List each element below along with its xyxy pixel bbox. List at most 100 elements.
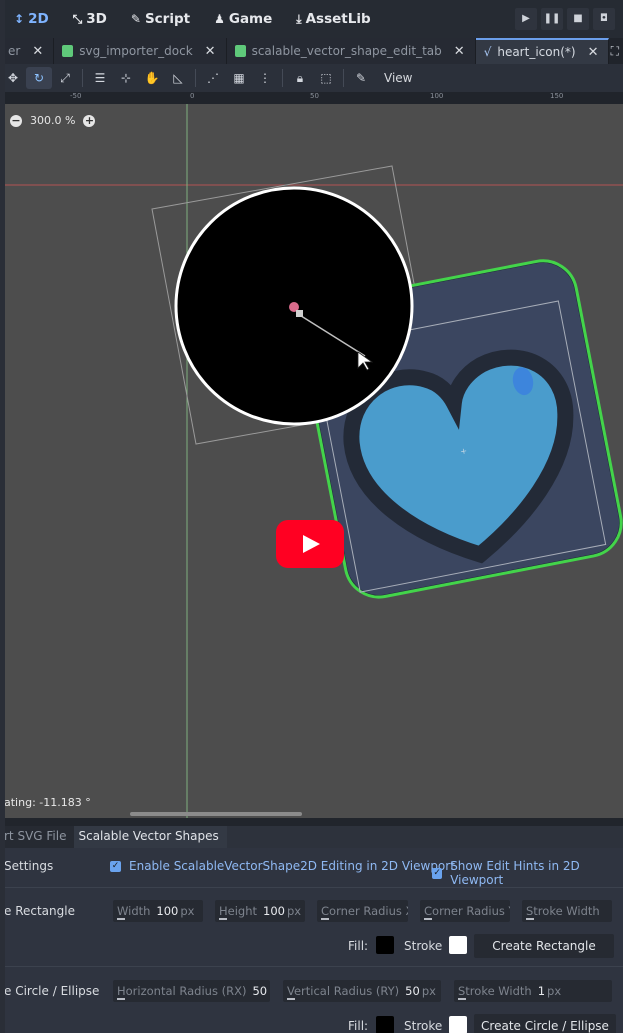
workspace-script-label: Script [144,11,191,27]
view-menu[interactable]: View [374,71,422,85]
workspace-3d-button[interactable]: ⤡ 3D [73,11,107,27]
tab-heart-icon[interactable]: √ heart_icon(*) ✕ [475,38,610,64]
rect-corner-radius-y-field[interactable]: Corner Radius Y [420,900,510,922]
workspace-2d-label: 2D [28,11,49,27]
tab-importer[interactable]: er ✕ [0,38,55,64]
rectangle-section-label: e Rectangle [4,904,75,918]
show-hints-checkbox[interactable]: ✓ Show Edit Hints in 2D Viewport [432,859,623,887]
rect-stroke-width-field[interactable]: Stroke Width [522,900,612,922]
field-slider [219,918,227,920]
field-slider [321,918,329,920]
workspace-3d-label: 3D [86,11,107,27]
tab-scalable-vector-shapes[interactable]: Scalable Vector Shapes [74,826,227,848]
remote-debug-icon[interactable]: ◘ [593,8,615,30]
field-slider [458,998,466,1000]
rect-width-field[interactable]: Width 100 px [113,900,203,922]
scene-file-icon [62,45,74,57]
toolbar-divider [282,69,283,87]
show-hints-label: Show Edit Hints in 2D Viewport [450,859,580,887]
assetlib-icon: ⤓ [296,11,302,26]
list-select-icon[interactable]: ☰ [87,67,113,89]
zoom-in-icon[interactable]: + [83,114,96,127]
rect-height-field[interactable]: Height 100 px [215,900,305,922]
dock-tabs: rt SVG File Scalable Vector Shapes [0,826,227,848]
ellipse-stroke-label: Stroke [404,1019,443,1033]
pan-tool-icon[interactable]: ✋ [139,67,165,89]
rect-fill-color-picker[interactable] [376,936,394,954]
field-slider [117,998,125,1000]
enable-editing-checkbox[interactable]: ✓ Enable ScalableVectorShape2D Editing i… [110,859,455,873]
2d-viewport[interactable]: + − 300.0 % + ating: -11.183 ° [0,104,623,818]
horizontal-scrollbar[interactable] [130,812,302,816]
toolbar-divider [195,69,196,87]
dock-divider [0,818,623,826]
field-label: Width [117,904,151,918]
workspace-script-button[interactable]: ✎ Script [131,11,190,27]
canvas-toolbar: ✥ ↻ ⤢ ☰ ⊹ ✋ ◺ ⋰ ▦ ⋮ 🔒︎ ⬚ ✎ View [0,64,623,92]
close-icon[interactable]: ✕ [32,44,43,59]
grid-snap-icon[interactable]: ▦ [226,67,252,89]
field-slider [117,918,125,920]
stop-icon[interactable]: ■ [567,8,589,30]
close-icon[interactable]: ✕ [588,45,599,60]
workspace-assetlib-label: AssetLib [305,11,371,27]
create-rectangle-button[interactable]: Create Rectangle [474,934,614,958]
tab-scalable-vector-shape-edit-tab[interactable]: scalable_vector_shape_edit_tab ✕ [226,38,476,64]
ellipse-stroke-color-picker[interactable] [449,1016,467,1033]
enable-editing-label: Enable ScalableVectorShape2D Editing in … [129,859,455,873]
workspace-game-button[interactable]: ♟ Game [214,11,272,27]
field-unit: px [547,984,562,998]
distraction-free-icon[interactable]: ⛶ [611,44,619,59]
scalable-vector-shapes-panel: Settings ✓ Enable ScalableVectorShape2D … [0,848,623,1033]
2d-icon: ↕ [14,12,25,26]
smart-snap-icon[interactable]: ⋰ [200,67,226,89]
move-tool-icon[interactable]: ✥ [0,67,26,89]
snap-options-icon[interactable]: ⋮ [252,67,278,89]
ruler-tool-icon[interactable]: ◺ [165,67,191,89]
bottom-dock: rt SVG File Scalable Vector Shapes Setti… [0,818,623,1033]
ellipse-fill-color-picker[interactable] [376,1016,394,1033]
pivot-tool-icon[interactable]: ⊹ [113,67,139,89]
tab-label: scalable_vector_shape_edit_tab [251,44,442,58]
zoom-level[interactable]: 300.0 % [30,114,75,127]
field-unit: px [286,904,302,918]
rotation-readout: ating: -11.183 ° [4,796,91,809]
create-ellipse-button[interactable]: Create Circle / Ellipse [474,1014,616,1033]
close-icon[interactable]: ✕ [205,44,216,59]
workspace-assetlib-button[interactable]: ⤓ AssetLib [296,11,370,27]
scale-tool-icon[interactable]: ⤢ [52,67,78,89]
run-controls: ▶ ❚❚ ■ ◘ [515,8,615,30]
toolbar-divider [82,69,83,87]
rect-stroke-color-picker[interactable] [449,936,467,954]
group-icon[interactable]: ⬚ [313,67,339,89]
pause-icon[interactable]: ❚❚ [541,8,563,30]
ellipse-ry-field[interactable]: Vertical Radius (RY) 50 px [283,980,441,1002]
field-label: Stroke Width [526,904,600,918]
tab-svg-importer-dock[interactable]: svg_importer_dock ✕ [54,38,227,64]
tab-label: heart_icon(*) [497,45,576,59]
ellipse-stroke-width-field[interactable]: Stroke Width 1 px [454,980,612,1002]
play-icon[interactable]: ▶ [515,8,537,30]
workspace-2d-button[interactable]: ↕ 2D [14,11,49,27]
ellipse-rx-field[interactable]: Horizontal Radius (RX) 50 p [113,980,270,1002]
section-divider [0,966,623,967]
field-label: Vertical Radius (RY) [287,984,400,998]
3d-icon: ⤡ [72,11,83,26]
zoom-out-icon[interactable]: − [10,114,22,127]
main-menu-bar: ↕ 2D ⤡ 3D ✎ Script ♟ Game ⤓ AssetLib ▶ ❚❚ ■ ◘ [0,0,623,38]
close-icon[interactable]: ✕ [454,44,465,59]
ruler-tick: 150 [550,92,564,100]
lock-icon[interactable]: 🔒︎ [287,67,313,89]
tab-label: svg_importer_dock [79,44,193,58]
settings-label: Settings [4,859,54,873]
script-icon: ✎ [130,12,141,26]
rotate-tool-icon[interactable]: ↻ [26,67,52,89]
workspace-game-label: Game [228,11,273,27]
skeleton-icon[interactable]: ✎ [348,67,374,89]
rect-corner-radius-x-field[interactable]: Corner Radius X [317,900,408,922]
field-slider [287,998,295,1000]
lock-marker [296,310,303,317]
video-play-icon[interactable] [276,520,344,568]
field-label: Height [219,904,258,918]
tab-import-svg-file[interactable]: rt SVG File [0,826,75,848]
